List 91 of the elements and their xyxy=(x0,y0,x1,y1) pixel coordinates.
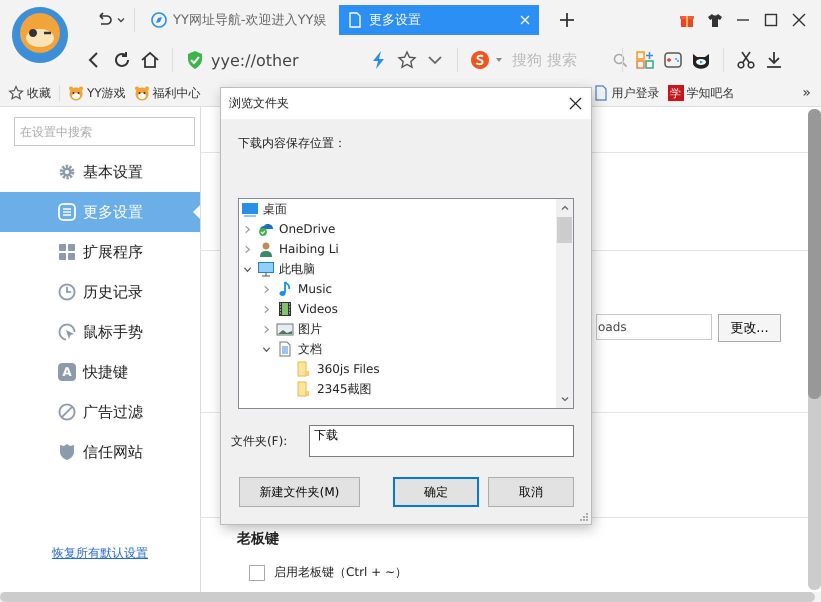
page-icon xyxy=(592,85,609,101)
download-path-field[interactable]: oads xyxy=(596,314,712,340)
dialog-button[interactable]: 确定 xyxy=(393,477,479,507)
dialog-title: 浏览文件夹 xyxy=(229,95,289,112)
reload-icon[interactable] xyxy=(112,50,132,70)
tree-item[interactable]: OneDrive xyxy=(239,219,556,239)
bookmark-item[interactable]: 用户登录 xyxy=(592,84,660,102)
sidebar-item[interactable]: 基本设置 xyxy=(0,152,200,192)
home-icon[interactable] xyxy=(140,50,160,70)
cloud-check-icon xyxy=(257,221,275,237)
cursor-circle-icon xyxy=(58,323,76,341)
ban-icon xyxy=(58,403,76,421)
bookmark-item[interactable]: 学 学知吧名 xyxy=(668,84,735,102)
close-icon[interactable] xyxy=(569,97,582,110)
settings-search-field[interactable]: 在设置中搜索 xyxy=(14,117,195,146)
chevron-right-icon[interactable] xyxy=(243,244,252,254)
tree-item[interactable]: 图片 xyxy=(239,319,556,339)
tree-item[interactable]: 此电脑 xyxy=(239,259,556,279)
clock-icon xyxy=(58,283,76,301)
film-strip-icon xyxy=(276,301,294,317)
scroll-thumb[interactable] xyxy=(808,109,821,399)
caret-icon[interactable] xyxy=(116,15,126,25)
dialog-button[interactable]: 取消 xyxy=(488,477,574,507)
tree-item[interactable]: Videos xyxy=(239,299,556,319)
close-icon[interactable] xyxy=(791,12,807,28)
picture-icon xyxy=(276,321,294,337)
compass-icon xyxy=(151,12,167,28)
tree-item[interactable]: 桌面 xyxy=(239,199,556,219)
dialog-prompt: 下载内容保存位置： xyxy=(238,135,347,152)
scroll-down-icon[interactable] xyxy=(560,394,570,404)
tree-item[interactable]: 360js Files xyxy=(239,359,556,379)
tiger-face-icon xyxy=(134,85,150,101)
tree-item[interactable]: 文档 xyxy=(239,339,556,359)
bookmark-item[interactable]: 收藏 xyxy=(8,84,60,102)
sidebar-item[interactable]: 信任网站 xyxy=(0,432,200,472)
search-field[interactable]: 搜狗 搜索 xyxy=(470,50,610,70)
tree-scrollbar[interactable] xyxy=(556,199,573,408)
keyboard-key-icon: A xyxy=(58,363,76,381)
checkbox-label: 启用老板键（Ctrl + ~） xyxy=(274,564,408,581)
more-bookmarks-button[interactable]: » xyxy=(802,85,811,101)
apps-grid-icon[interactable] xyxy=(635,50,655,70)
sidebar-item[interactable]: 鼠标手势 xyxy=(0,312,200,352)
star-icon[interactable] xyxy=(397,50,417,70)
scroll-thumb[interactable] xyxy=(557,217,572,243)
gamepad-icon[interactable] xyxy=(663,50,683,70)
grid-icon xyxy=(58,243,76,261)
tree-item[interactable]: Music xyxy=(239,279,556,299)
chevron-right-icon[interactable] xyxy=(262,304,271,314)
person-silhouette-icon xyxy=(257,241,275,257)
download-icon[interactable] xyxy=(764,50,784,70)
star-icon xyxy=(8,85,24,101)
bookmark-item[interactable]: 福利中心 xyxy=(134,84,201,102)
maximize-icon[interactable] xyxy=(763,12,779,28)
folder-label: 文件夹(F): xyxy=(231,432,288,450)
tree-item[interactable]: 2345截图 xyxy=(239,379,556,399)
chevron-right-icon[interactable] xyxy=(262,284,271,294)
gear-icon xyxy=(58,163,76,181)
horizontal-scrollbar[interactable] xyxy=(0,592,815,602)
sogou-logo-icon xyxy=(470,50,490,70)
shirt-icon[interactable] xyxy=(707,12,723,28)
sidebar-item[interactable]: 广告过滤 xyxy=(0,392,200,432)
monitor-icon xyxy=(257,261,275,277)
chevron-down-icon[interactable] xyxy=(262,344,271,354)
sidebar-item[interactable]: 扩展程序 xyxy=(0,232,200,272)
section-heading: 老板键 xyxy=(237,530,280,548)
change-button[interactable]: 更改... xyxy=(718,314,781,342)
tree-item[interactable]: Haibing Li xyxy=(239,239,556,259)
scissors-icon[interactable] xyxy=(736,50,756,70)
page-icon xyxy=(347,12,363,28)
list-icon xyxy=(58,203,76,221)
sidebar-item[interactable]: 历史记录 xyxy=(0,272,200,312)
monitor-icon xyxy=(241,201,259,217)
folder-name-field[interactable]: 下载 xyxy=(309,425,574,457)
address-field[interactable]: yye://other xyxy=(211,50,361,70)
checkbox[interactable] xyxy=(249,564,265,580)
chevron-right-icon[interactable] xyxy=(243,224,252,234)
site-logo-icon: 学 xyxy=(668,85,684,101)
mascot-avatar-icon[interactable] xyxy=(11,6,69,64)
shield-check-icon xyxy=(185,50,205,70)
reset-defaults-link[interactable]: 恢复所有默认设置 xyxy=(52,545,200,562)
tiger-face-icon xyxy=(68,85,84,101)
new-tab-plus-icon[interactable] xyxy=(557,10,577,30)
sidebar-item[interactable]: A 快捷键 xyxy=(0,352,200,392)
browser-tab[interactable]: YY网址导航-欢迎进入YY娱 xyxy=(143,5,333,35)
chevron-down-icon[interactable] xyxy=(243,264,252,274)
bookmark-item[interactable]: YY游戏 xyxy=(68,84,126,102)
chevron-right-icon[interactable] xyxy=(262,324,271,334)
shield-icon xyxy=(58,443,76,461)
dialog-button[interactable]: 新建文件夹(M) xyxy=(239,477,360,507)
resize-grip-icon[interactable] xyxy=(580,513,588,521)
vertical-scrollbar[interactable] xyxy=(808,109,821,590)
